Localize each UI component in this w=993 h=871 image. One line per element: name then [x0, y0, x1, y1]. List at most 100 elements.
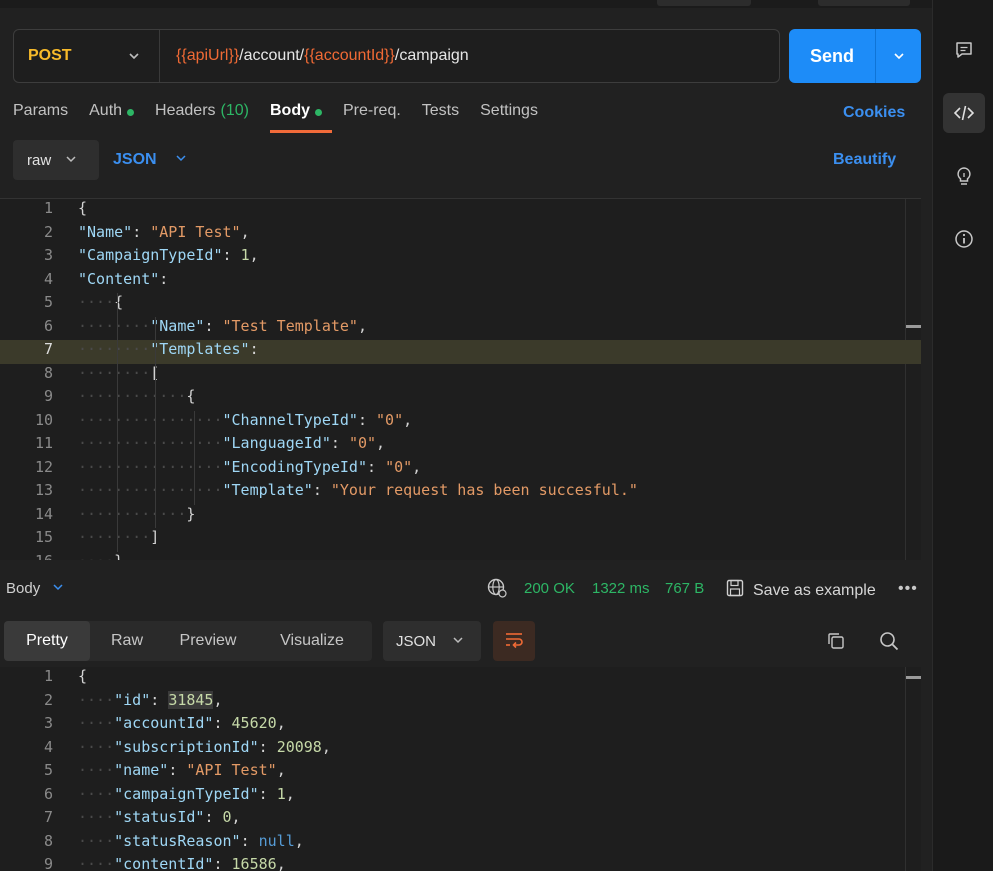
response-view-tabs: Pretty Raw Preview Visualize [4, 621, 372, 661]
copy-icon[interactable] [825, 630, 847, 657]
tab-params[interactable]: Params [13, 102, 68, 132]
tab-visualize[interactable]: Visualize [252, 621, 372, 661]
save-as-example-button[interactable]: Save as example [725, 578, 876, 603]
beautify-button[interactable]: Beautify [833, 151, 896, 169]
code-line: 8 ········[ [0, 364, 921, 388]
code-token: "Test Template" [222, 316, 358, 335]
tab-headers[interactable]: Headers (10) [155, 102, 249, 132]
tab-count-badge: (10) [220, 102, 249, 119]
comment-icon[interactable] [943, 30, 985, 70]
code-text: ····"statusId": 0, [78, 808, 241, 826]
code-text: ············{ [78, 387, 195, 405]
more-options-icon[interactable]: ••• [898, 580, 918, 598]
code-token: "subscriptionId" [114, 737, 259, 756]
code-token: 45620 [231, 714, 277, 732]
code-token: , [240, 222, 250, 241]
wrap-lines-button[interactable] [493, 621, 535, 661]
code-token: : [249, 340, 259, 358]
response-size[interactable]: 767 B [665, 580, 704, 597]
code-line: 11 ················"LanguageId": "0", [0, 434, 921, 458]
line-number: 2 [43, 222, 53, 241]
info-icon[interactable] [943, 219, 985, 259]
body-mode-select[interactable]: raw [13, 140, 99, 180]
code-token: "name" [114, 761, 169, 779]
code-token: "accountId" [114, 714, 214, 732]
code-token: "Templates" [150, 340, 250, 358]
code-line: 2 "Name": "API Test", [0, 223, 921, 247]
tab-preview[interactable]: Preview [164, 621, 252, 661]
line-number: 7 [43, 808, 53, 826]
code-line: 14 ············} [0, 505, 921, 529]
code-text: ····"accountId": 45620, [78, 714, 286, 732]
code-token: : [367, 457, 386, 476]
indent-guide [155, 316, 156, 528]
tab-hint [657, 0, 751, 6]
code-text: ····} [78, 552, 123, 561]
url-path: /campaign [394, 47, 469, 64]
cookies-link[interactable]: Cookies [843, 104, 905, 122]
code-token: { [186, 387, 196, 405]
tab-raw[interactable]: Raw [90, 621, 164, 661]
indent-whitespace: ················ [78, 457, 223, 476]
body-mode-label: raw [27, 151, 52, 169]
tab-label: Pre-req. [342, 102, 401, 119]
response-time[interactable]: 1322 ms [592, 580, 650, 597]
code-line: 8 ····"statusReason": null, [0, 832, 921, 856]
line-number: 3 [43, 246, 53, 264]
top-strip [0, 0, 932, 8]
code-text: { [78, 667, 87, 685]
response-body-select[interactable]: Body [6, 580, 64, 597]
tab-label: Tests [421, 102, 460, 119]
code-token: "statusReason" [114, 831, 241, 850]
code-token: : [357, 410, 377, 429]
search-icon[interactable] [878, 630, 900, 657]
code-token: 31845 [168, 690, 214, 709]
code-token: : [168, 761, 187, 779]
line-number: 2 [43, 690, 53, 709]
code-token: : [213, 714, 232, 732]
code-text: ····"name": "API Test", [78, 761, 286, 779]
line-number: 3 [43, 714, 53, 732]
save-as-example-label: Save as example [753, 581, 876, 599]
code-token: : [132, 222, 151, 241]
chevron-down-icon[interactable] [876, 49, 921, 63]
response-format-select[interactable]: JSON [383, 621, 481, 661]
url-input[interactable]: {{apiUrl}}/account/{{accountId}}/campaig… [160, 47, 469, 65]
code-token: "ChannelTypeId" [222, 410, 358, 429]
code-text: ····"contentId": 16586, [78, 855, 286, 871]
code-icon[interactable] [943, 93, 985, 133]
code-text: "CampaignTypeId": 1, [78, 246, 259, 264]
status-dot [127, 109, 135, 116]
method-select[interactable]: POST [14, 30, 160, 82]
status-code[interactable]: 200 OK [524, 580, 575, 597]
code-line: 1{ [0, 667, 921, 691]
indent-whitespace: ···· [78, 855, 115, 871]
code-token: 0 [222, 808, 232, 826]
code-line: 7 ····"statusId": 0, [0, 808, 921, 832]
send-button[interactable]: Send [789, 29, 921, 83]
tab-tests[interactable]: Tests [422, 102, 459, 132]
request-body-editor[interactable]: 1{2 "Name": "API Test", 3 "CampaignTypeId":… [0, 198, 921, 560]
code-token: "Content" [78, 269, 160, 288]
tab-pretty[interactable]: Pretty [4, 621, 90, 661]
code-token: "Name" [78, 222, 133, 241]
request-tabs: Params Auth Headers (10) Body Pre-req. Tests Se… [13, 102, 559, 133]
tab-settings[interactable]: Settings [480, 102, 538, 132]
lightbulb-icon[interactable] [943, 156, 985, 196]
code-line: 16 ····} [0, 552, 921, 561]
code-token: 16586 [231, 855, 277, 871]
code-line: 9 ············{ [0, 387, 921, 411]
tab-prereq[interactable]: Pre-req. [343, 102, 401, 132]
code-token: "CampaignTypeId" [78, 246, 223, 264]
code-token: , [285, 784, 295, 803]
body-language-select[interactable]: JSON [113, 151, 187, 169]
globe-icon[interactable] [486, 577, 508, 604]
response-header: Body 200 OK 1322 ms 767 B Save as exampl… [0, 566, 932, 611]
code-token: "API Test" [186, 761, 277, 779]
line-number: 12 [34, 457, 53, 476]
response-body-viewer[interactable]: 1{2 ···· "id": 31845, 3 ····"accountId": 456… [0, 667, 921, 871]
code-text: ········"Templates": [78, 340, 259, 358]
tab-body[interactable]: Body [269, 102, 332, 133]
tab-auth[interactable]: Auth [89, 102, 135, 132]
code-token: "id" [114, 690, 151, 709]
